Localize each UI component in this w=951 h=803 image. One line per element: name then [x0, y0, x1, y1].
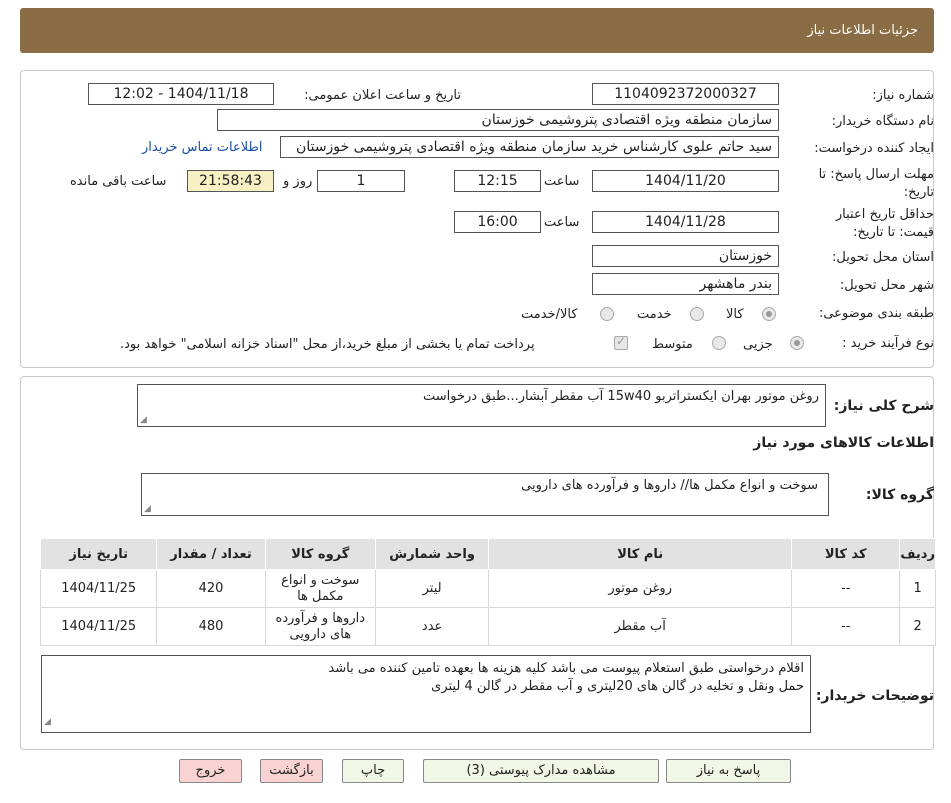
process-radio-minor[interactable]	[790, 336, 804, 350]
goods-group-text: سوخت و انواع مکمل ها// داروها و فرآورده …	[521, 478, 818, 493]
cell-name: روغن موتور	[488, 569, 793, 608]
need-number-field: 1104092372000327	[592, 83, 779, 105]
category-option-goods-service: کالا/خدمت	[521, 307, 578, 322]
process-option-minor: جزیی	[743, 337, 773, 352]
table-row: 1 -- روغن موتور لیتر سوخت و انواع مکمل ه…	[39, 569, 936, 608]
col-name: نام کالا	[488, 538, 793, 570]
deadline-label: مهلت ارسال پاسخ: تا تاریخ:	[818, 167, 934, 200]
buyer-contact-link[interactable]: اطلاعات تماس خریدار	[142, 140, 262, 155]
page-title: جزئیات اطلاعات نیاز	[807, 23, 918, 38]
category-radio-goods[interactable]	[762, 307, 776, 321]
goods-group-textarea[interactable]: سوخت و انواع مکمل ها// داروها و فرآورده …	[141, 473, 829, 516]
cell-row: 2	[899, 607, 936, 646]
cell-unit: عدد	[374, 607, 490, 646]
reply-button[interactable]: پاسخ به نیاز	[666, 759, 791, 783]
deadline-date-field: 1404/11/20	[592, 170, 779, 192]
col-code: کد کالا	[791, 538, 901, 570]
validity-time-label: ساعت	[544, 215, 580, 230]
category-radio-service[interactable]	[690, 307, 704, 321]
category-radio-goods-service[interactable]	[600, 307, 614, 321]
city-field: بندر ماهشهر	[592, 273, 779, 295]
deadline-time-field: 12:15	[454, 170, 541, 192]
cell-unit: لیتر	[374, 569, 490, 608]
category-label: طبقه بندی موضوعی:	[818, 306, 934, 321]
province-field: خوزستان	[592, 245, 779, 267]
process-option-medium: متوسط	[652, 337, 693, 352]
validity-time-field: 16:00	[454, 211, 541, 233]
process-radio-medium[interactable]	[712, 336, 726, 350]
exit-button[interactable]: خروج	[179, 759, 242, 783]
days-field: 1	[317, 170, 405, 192]
table-row: 2 -- آب مقطر عدد داروها و فرآورده های دا…	[39, 607, 936, 646]
category-option-service: خدمت	[637, 307, 672, 322]
resize-grip-icon: ◢	[144, 504, 151, 514]
buyer-label: نام دستگاه خریدار:	[831, 114, 934, 129]
validity-date-field: 1404/11/28	[592, 211, 779, 233]
announce-label: تاریخ و ساعت اعلان عمومی:	[304, 88, 461, 103]
notes-label: توضیحات خریدار:	[815, 688, 934, 704]
process-label: نوع فرآیند خرید :	[842, 336, 934, 351]
remaining-time-field: 21:58:43	[187, 170, 274, 192]
treasury-checkbox[interactable]	[614, 334, 628, 350]
col-qty: تعداد / مقدار	[156, 538, 266, 570]
cell-date: 1404/11/25	[39, 569, 158, 608]
col-row: ردیف	[899, 538, 936, 570]
summary-textarea[interactable]: روغن موتور بهران ایکستراتربو 15w40 آب مق…	[137, 384, 826, 427]
notes-textarea[interactable]: اقلام درخواستی طبق استعلام پیوست می باشد…	[41, 655, 811, 733]
deadline-time-label: ساعت	[544, 174, 580, 189]
goods-table: ردیف کد کالا نام کالا واحد شمارش گروه کا…	[39, 538, 936, 646]
col-group: گروه کالا	[264, 538, 376, 570]
category-option-goods: کالا	[726, 307, 744, 322]
goods-group-label: گروه کالا:	[865, 487, 934, 503]
col-unit: واحد شمارش	[374, 538, 490, 570]
back-button[interactable]: بازگشت	[260, 759, 323, 783]
view-documents-button[interactable]: مشاهده مدارک پیوستی (3)	[423, 759, 659, 783]
creator-label: ایجاد کننده درخواست:	[814, 141, 934, 156]
validity-label: حداقل تاریخ اعتبار قیمت: تا تاریخ:	[835, 207, 934, 240]
payment-note: پرداخت تمام یا بخشی از مبلغ خرید،از محل …	[120, 337, 535, 352]
cell-code: --	[791, 569, 901, 608]
buyer-field: سازمان منطقه ویژه اقتصادی پتروشیمی خوزست…	[217, 109, 779, 131]
cell-qty: 420	[156, 569, 266, 608]
col-date: تاریخ نیاز	[39, 538, 158, 570]
days-label: روز و	[283, 174, 313, 189]
notes-line-2: حمل ونقل و تخلیه در گالن های 20لیتری و آ…	[431, 679, 804, 694]
print-button[interactable]: چاپ	[342, 759, 404, 783]
cell-qty: 480	[156, 607, 266, 646]
city-label: شهر محل تحویل:	[839, 278, 934, 293]
resize-grip-icon: ◢	[140, 415, 147, 425]
resize-grip-icon: ◢	[44, 717, 51, 727]
creator-field: سید حاتم علوی کارشناس خرید سازمان منطقه …	[280, 136, 779, 158]
goods-section-title: اطلاعات کالاهای مورد نیاز	[753, 435, 934, 451]
cell-name: آب مقطر	[488, 607, 793, 646]
cell-group: سوخت و انواع مکمل ها	[264, 569, 376, 608]
summary-text: روغن موتور بهران ایکستراتربو 15w40 آب مق…	[423, 389, 819, 404]
cell-row: 1	[899, 569, 936, 608]
announce-field: 1404/11/18 - 12:02	[88, 83, 274, 105]
cell-group: داروها و فرآورده های دارویی	[264, 607, 376, 646]
cell-date: 1404/11/25	[39, 607, 158, 646]
cell-code: --	[791, 607, 901, 646]
province-label: استان محل تحویل:	[832, 250, 934, 265]
table-header-row: ردیف کد کالا نام کالا واحد شمارش گروه کا…	[39, 538, 936, 570]
need-number-label: شماره نیاز:	[872, 88, 934, 103]
remaining-label: ساعت باقی مانده	[70, 174, 167, 189]
notes-line-1: اقلام درخواستی طبق استعلام پیوست می باشد…	[328, 661, 804, 676]
header-bar: جزئیات اطلاعات نیاز	[20, 8, 934, 53]
summary-label: شرح کلی نیاز:	[833, 398, 934, 414]
